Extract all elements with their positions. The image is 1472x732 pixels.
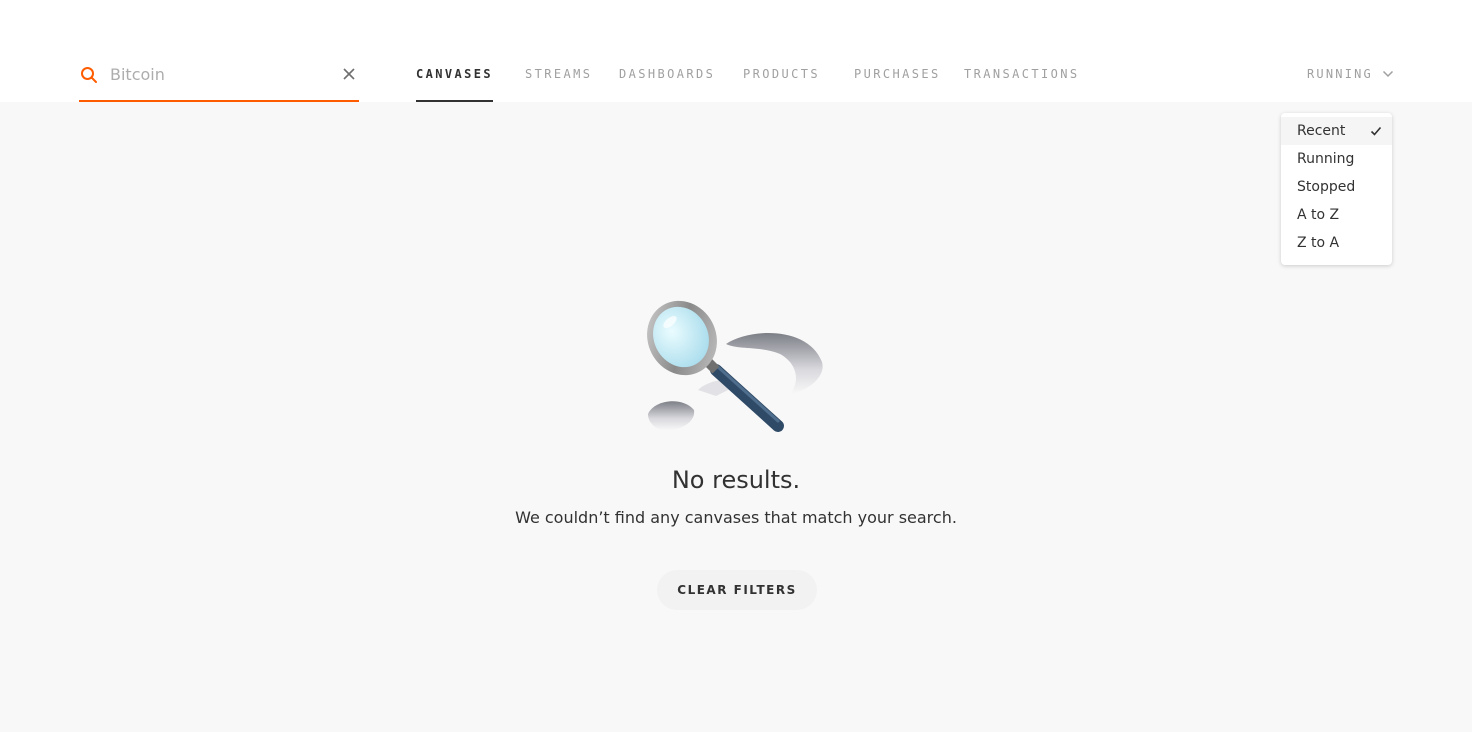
empty-state-title: No results. — [671, 466, 801, 494]
sort-menu: Recent Running Stopped A to Z Z to A — [1281, 113, 1392, 265]
sort-option-a-to-z[interactable]: A to Z — [1281, 201, 1392, 229]
magnifying-glass-illustration — [647, 300, 823, 432]
handle-highlight — [716, 365, 780, 423]
sort-option-label: A to Z — [1297, 207, 1340, 223]
tab-canvases[interactable]: CANVASES — [416, 52, 493, 102]
sort-option-label: Stopped — [1297, 179, 1356, 195]
tab-dashboards[interactable]: DASHBOARDS — [619, 52, 715, 102]
top-bar: CANVASES STREAMS DASHBOARDS PRODUCTS PUR… — [0, 0, 1472, 102]
tab-products[interactable]: PRODUCTS — [743, 52, 820, 102]
clear-filters-button[interactable]: CLEAR FILTERS — [657, 570, 817, 610]
chevron-down-icon — [1382, 70, 1394, 78]
empty-state-message: We couldn’t find any canvases that match… — [515, 508, 957, 527]
search-icon — [81, 67, 97, 83]
sort-option-z-to-a[interactable]: Z to A — [1281, 229, 1392, 257]
search-bar — [79, 52, 359, 102]
sort-option-label: Recent — [1297, 123, 1346, 139]
handle-shape — [710, 364, 784, 432]
sort-option-running[interactable]: Running — [1281, 145, 1392, 173]
close-icon[interactable] — [342, 67, 356, 81]
tab-streams[interactable]: STREAMS — [525, 52, 592, 102]
sort-label: RUNNING — [1307, 67, 1373, 81]
search-input[interactable] — [110, 62, 330, 86]
hole-shape — [648, 401, 695, 431]
tab-purchases[interactable]: PURCHASES — [854, 52, 941, 102]
check-icon — [1370, 126, 1382, 136]
tab-transactions[interactable]: TRANSACTIONS — [964, 52, 1080, 102]
sort-option-label: Z to A — [1297, 235, 1340, 251]
sort-option-label: Running — [1297, 151, 1355, 167]
sort-option-recent[interactable]: Recent — [1281, 117, 1392, 145]
sort-option-stopped[interactable]: Stopped — [1281, 173, 1392, 201]
